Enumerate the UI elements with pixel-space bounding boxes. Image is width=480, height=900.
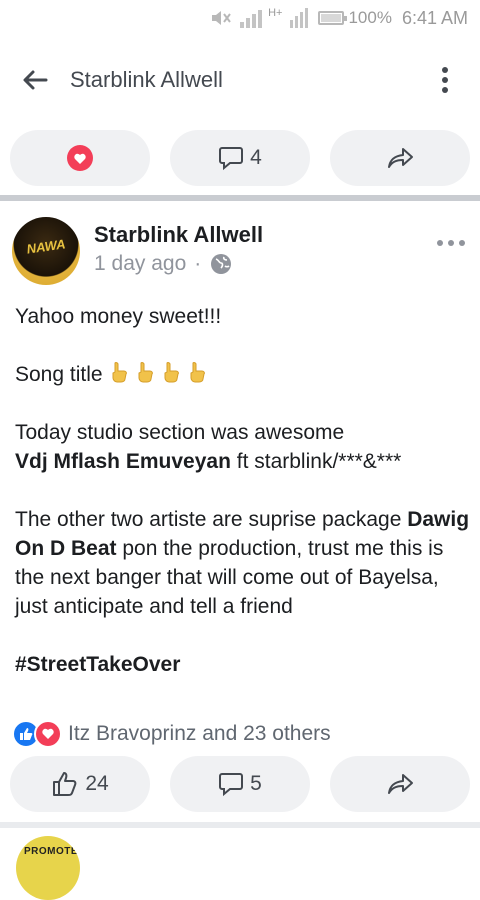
share-button[interactable]: [330, 756, 470, 812]
love-reaction-icon: [34, 720, 62, 748]
post-divider: [0, 822, 480, 828]
like-count: 24: [85, 772, 109, 795]
post-divider: [0, 195, 480, 201]
post-line: The other two artiste are suprise packag…: [15, 505, 470, 621]
post-line: Today studio section was awesome Vdj Mfla…: [15, 418, 470, 476]
back-button[interactable]: [0, 36, 70, 124]
post-meta: 1 day ago ·: [94, 252, 233, 276]
post-line: Yahoo money sweet!!!: [15, 305, 222, 328]
comment-icon: [219, 147, 244, 171]
comment-count: 4: [250, 146, 262, 169]
reactions-summary[interactable]: Itz Bravoprinz and 23 others: [12, 720, 331, 748]
top-action-row: 4: [0, 130, 480, 190]
network-type: H+: [268, 7, 283, 19]
comment-button[interactable]: 5: [170, 756, 310, 812]
hand-point-icon: [112, 362, 127, 383]
globe-icon: [211, 254, 232, 274]
post-body: Yahoo money sweet!!! Song title Today st…: [15, 302, 470, 679]
share-button[interactable]: [330, 130, 470, 186]
avatar[interactable]: NAWA: [12, 217, 80, 285]
reaction-icons: [12, 720, 62, 748]
studio-line: Today studio section was awesome: [15, 421, 345, 444]
reactions-text: Itz Bravoprinz and 23 others: [68, 722, 331, 745]
share-icon: [388, 148, 413, 168]
status-bar: H+ 100% 6:41 AM: [0, 0, 480, 36]
next-post-avatar[interactable]: PROMOTE: [16, 836, 80, 900]
back-arrow-icon: [23, 70, 48, 90]
app-bar: Starblink Allwell: [0, 36, 480, 124]
hand-point-icon: [164, 362, 179, 383]
post-action-row: 24 5: [0, 756, 480, 816]
hand-point-icon: [190, 362, 205, 383]
post-author[interactable]: Starblink Allwell: [94, 222, 263, 248]
post-time[interactable]: 1 day ago: [94, 252, 186, 276]
post-more-button[interactable]: [436, 234, 466, 248]
clock: 6:41 AM: [401, 7, 468, 28]
more-vert-icon: [442, 67, 448, 93]
signal-icon: [290, 8, 309, 28]
hand-point-icon: [138, 362, 153, 383]
surprise-text: The other two artiste are suprise packag…: [15, 508, 408, 531]
comment-icon: [219, 773, 244, 797]
next-avatar-text: PROMOTE: [24, 846, 79, 857]
more-options-button[interactable]: [410, 36, 480, 124]
feature-text: ft starblink/***&***: [230, 450, 402, 473]
signal-icon: [240, 10, 263, 28]
status-icons: H+: [210, 7, 309, 28]
heart-icon: [67, 145, 93, 171]
battery: 100%: [318, 8, 392, 28]
share-icon: [388, 774, 413, 794]
post-line: Song title: [15, 360, 470, 389]
page-title: Starblink Allwell: [70, 67, 223, 92]
avatar-text: NAWA: [25, 236, 67, 257]
post-header: NAWA Starblink Allwell 1 day ago ·: [12, 214, 480, 286]
song-title-label: Song title: [15, 363, 103, 386]
hashtag[interactable]: #StreetTakeOver: [15, 650, 470, 679]
like-button[interactable]: 24: [10, 756, 150, 812]
comment-button[interactable]: 4: [170, 130, 310, 186]
more-horiz-icon: [437, 240, 465, 246]
comment-count: 5: [250, 772, 262, 795]
meta-separator: ·: [194, 252, 202, 275]
muted-icon: [212, 11, 231, 25]
like-icon: [53, 772, 77, 796]
battery-percent: 100%: [348, 8, 392, 27]
tagged-artist[interactable]: Vdj Mflash Emuveyan: [15, 450, 231, 473]
battery-icon: [318, 11, 348, 25]
love-reaction-button[interactable]: [10, 130, 150, 186]
